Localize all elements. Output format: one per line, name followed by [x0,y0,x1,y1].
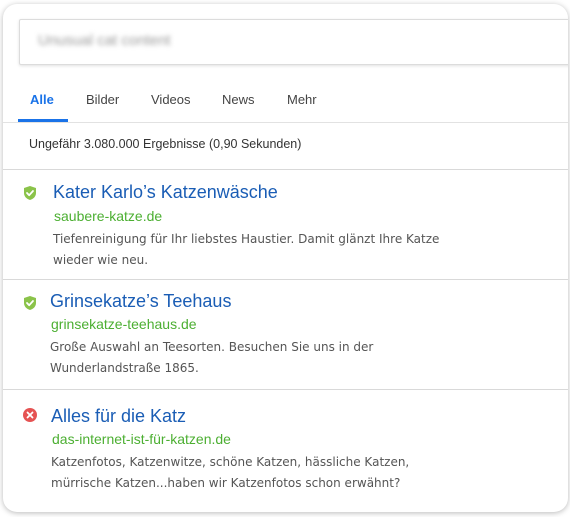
tab-videos[interactable]: Videos [151,92,191,107]
result-url[interactable]: das-internet-ist-für-katzen.de [52,431,231,447]
result-description-line: Wunderlandstraße 1865. [50,361,199,375]
result-description-line: Große Auswahl an Teesorten. Besuchen Sie… [50,340,374,354]
search-result: Kater Karlo’s Katzenwäsche saubere-katze… [3,170,568,279]
tab-news[interactable]: News [222,92,255,107]
result-description-line: Tiefenreinigung für Ihr liebstes Haustie… [53,232,440,246]
tab-all[interactable]: Alle [30,92,54,107]
result-description-line: wieder wie neu. [53,253,149,267]
result-description-line: Katzenfotos, Katzenwitze, schöne Katzen,… [51,455,410,469]
result-description: Katzenfotos, Katzenwitze, schöne Katzen,… [51,452,451,494]
shield-check-icon [24,296,36,310]
active-tab-indicator [18,119,68,122]
result-description: Große Auswahl an Teesorten. Besuchen Sie… [50,337,450,379]
tab-more[interactable]: Mehr [287,92,317,107]
tab-images[interactable]: Bilder [86,92,119,107]
warning-x-icon [23,408,37,422]
shield-check-icon [24,186,36,200]
result-title-link[interactable]: Kater Karlo’s Katzenwäsche [53,182,278,203]
search-result: Grinsekatze’s Teehaus grinsekatze-teehau… [3,280,568,389]
result-url[interactable]: saubere-katze.de [54,208,162,224]
result-title-link[interactable]: Grinsekatze’s Teehaus [50,291,231,312]
result-url[interactable]: grinsekatze-teehaus.de [51,316,197,332]
search-result: Alles für die Katz das-internet-ist-für-… [3,390,568,508]
search-results-card: Unusual cat content Alle Bilder Videos N… [3,4,568,512]
result-title-link[interactable]: Alles für die Katz [51,406,186,427]
result-description-line: mürrische Katzen...haben wir Katzenfotos… [51,476,401,490]
result-stats: Ungefähr 3.080.000 Ergebnisse (0,90 Seku… [29,137,302,151]
search-tabs: Alle Bilder Videos News Mehr [3,64,568,123]
search-query-text: Unusual cat content [38,32,171,49]
search-input[interactable]: Unusual cat content [19,19,568,65]
result-description: Tiefenreinigung für Ihr liebstes Haustie… [53,229,453,271]
